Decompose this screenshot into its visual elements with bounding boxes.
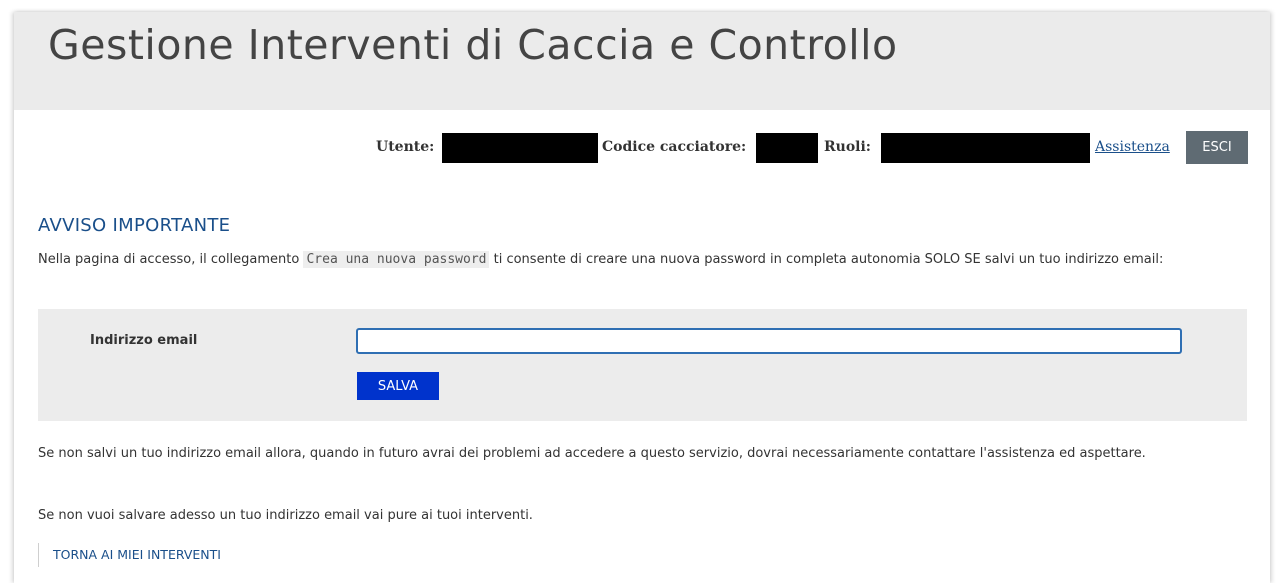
window-top-border: [0, 0, 1282, 12]
email-input[interactable]: [356, 328, 1182, 354]
codice-cacciatore-label: Codice cacciatore:: [602, 139, 747, 155]
notice-code-crea-password: Crea una nuova password: [303, 251, 490, 268]
email-label: Indirizzo email: [90, 333, 198, 348]
ruoli-label: Ruoli:: [824, 139, 871, 155]
assistenza-link[interactable]: Assistenza: [1095, 139, 1170, 155]
notice-text: Nella pagina di accesso, il collegamento…: [38, 249, 1258, 270]
utente-redacted-value: [442, 133, 598, 163]
skip-text: Se non vuoi salvare adesso un tuo indiri…: [38, 508, 533, 523]
notice-text-after: ti consente di creare una nuova password…: [489, 252, 1164, 267]
page-header: Gestione Interventi di Caccia e Controll…: [14, 12, 1270, 110]
save-button[interactable]: SALVA: [357, 372, 439, 400]
back-to-interventions-link[interactable]: TORNA AI MIEI INTERVENTI: [38, 543, 221, 567]
page-title: Gestione Interventi di Caccia e Controll…: [48, 21, 898, 69]
user-info-bar: Utente: Codice cacciatore: Ruoli: Assist…: [14, 129, 1270, 163]
codice-cacciatore-redacted-value: [756, 133, 818, 163]
esci-button[interactable]: ESCI: [1186, 131, 1248, 164]
notice-title: AVVISO IMPORTANTE: [38, 215, 231, 236]
utente-label: Utente:: [376, 139, 435, 155]
email-form: Indirizzo email SALVA: [38, 309, 1247, 421]
warning-text: Se non salvi un tuo indirizzo email allo…: [38, 446, 1146, 461]
notice-text-before: Nella pagina di accesso, il collegamento: [38, 252, 304, 267]
ruoli-redacted-value: [881, 133, 1090, 163]
page-container: Gestione Interventi di Caccia e Controll…: [14, 12, 1270, 583]
